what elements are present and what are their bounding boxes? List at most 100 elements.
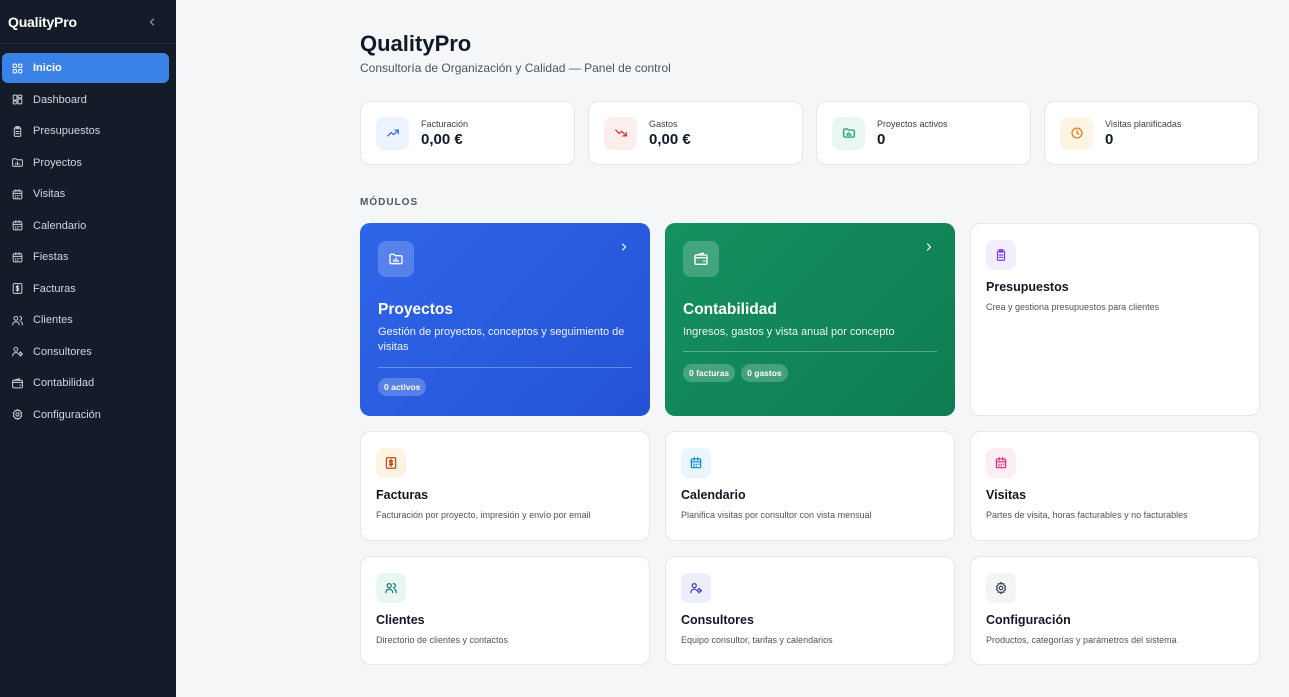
stat-icon-box [376,116,409,150]
stat-text: Gastos 0,00 € [649,119,691,148]
module-badges: 0 activos [378,378,427,396]
sidebar-item-label: Proyectos [33,156,82,169]
stat-value: 0 [877,130,886,148]
page-title: QualityPro [360,31,472,56]
module-description: Equipo consultor, tarifas y calendarios [681,635,833,645]
module-card-contabilidad[interactable]: Contabilidad Ingresos, gastos y vista anu… [665,223,955,416]
sidebar-item-proyectos[interactable]: Proyectos [2,148,169,178]
module-card-consultores[interactable]: Consultores Equipo consultor, tarifas y c… [665,556,955,665]
stat-icon-box [832,116,865,150]
gear-icon [995,581,1007,595]
brand-name: QualityPro [8,13,77,30]
module-description: Ingresos, gastos y vista anual por conce… [683,326,895,338]
sidebar-item-consultores[interactable]: Consultores [2,337,169,367]
sidebar-item-label: Visitas [33,188,66,200]
user-cog-icon [12,346,24,357]
sidebar-header: QualityPro [0,0,176,44]
module-icon-box [683,241,719,277]
modules-section-title: MÓDULOS [360,197,419,208]
sidebar-item-clientes[interactable]: Clientes [2,305,169,335]
stat-value: 0 [1105,130,1114,148]
sidebar-item-label: Configuración [33,408,101,421]
folder-icon [389,253,403,265]
sidebar-item-label: Calendario [33,219,87,232]
module-title: Consultores [681,613,754,627]
module-icon-box [986,573,1016,603]
stat-text: Proyectos activos 0 [877,119,948,148]
sidebar-item-fiestas[interactable]: Fiestas [2,242,169,272]
sidebar-item-facturas[interactable]: Facturas [2,274,169,304]
sidebar-item-configuracion[interactable]: Configuración [2,400,169,430]
user-cog-icon [690,583,703,594]
sidebar-item-label: Consultores [33,345,92,358]
sidebar-item-label: Inicio [33,62,62,74]
chevron-right-icon [926,243,932,251]
clock-icon [1070,127,1083,139]
module-card-configuracion[interactable]: Configuración Productos, categorías y par… [970,556,1260,665]
module-badge: 0 gastos [741,364,788,382]
chevron-right-icon [621,243,627,251]
stat-label: Facturación [421,118,469,129]
module-card-visitas[interactable]: Visitas Partes de visita, horas facturabl… [970,431,1260,541]
sidebar-item-dashboard[interactable]: Dashboard [2,85,169,115]
module-title: Configuración [986,613,1071,627]
stats-row: Facturación 0,00 € Gastos 0,00 € Proyectos a… [360,101,1260,165]
sidebar-nav: Inicio Dashboard Presupuestos Proyectos Visi… [0,44,176,430]
sidebar-item-label: Fiestas [33,251,69,263]
module-card-presupuestos[interactable]: Presupuestos Crea y gestiona presupuestos… [970,223,1260,416]
grid-icon [12,63,23,73]
sidebar-item-label: Dashboard [33,93,87,106]
sidebar-item-label: Contabilidad [33,377,95,389]
wallet-icon [694,252,708,265]
module-icon-box [376,573,406,603]
module-icon-box [986,448,1016,478]
module-card-clientes[interactable]: Clientes Directorio de clientes y contact… [360,556,650,665]
module-badge: 0 activos [378,378,427,396]
module-card-calendario[interactable]: Calendario Planifica visitas por consulto… [665,431,955,541]
clipboard-icon [13,125,22,137]
sidebar-item-calendario[interactable]: Calendario [2,211,169,241]
chevron-left-icon [149,17,155,26]
module-badges: 0 facturas 0 gastos [683,364,788,382]
stat-label: Gastos [649,118,678,129]
module-card-proyectos[interactable]: Proyectos Gestión de proyectos, conceptos… [360,223,650,416]
sidebar-item-contabilidad[interactable]: Contabilidad [2,368,169,398]
stat-card-gastos: Gastos 0,00 € [588,101,803,165]
stat-label: Proyectos activos [877,118,948,129]
module-title: Facturas [376,488,429,502]
trend-up-icon [386,129,399,137]
module-description: Crea y gestiona presupuestos para client… [986,302,1160,312]
stat-text: Visitas planificadas 0 [1105,119,1181,148]
stat-value: 0,00 € [649,130,691,148]
module-icon-box [378,241,414,277]
stat-icon-box [604,116,637,150]
module-icon-box [376,448,406,478]
sidebar-item-presupuestos[interactable]: Presupuestos [2,116,169,146]
sidebar-item-label: Presupuestos [33,125,101,137]
calendar-icon [690,457,702,469]
module-card-facturas[interactable]: Facturas Facturación por proyecto, impres… [360,431,650,541]
clipboard-icon [996,249,1006,261]
folder-icon [842,128,855,138]
gear-icon [12,408,23,421]
module-description: Facturación por proyecto, impresión y en… [376,510,591,520]
calendar-icon [12,220,23,231]
stat-label: Visitas planificadas [1105,118,1182,129]
wallet-icon [12,377,23,388]
sidebar: QualityPro Inicio Dashboard Presupuestos Pr… [0,0,176,697]
module-title: Visitas [986,488,1027,502]
collapse-sidebar-button[interactable] [144,14,160,30]
stat-value: 0,00 € [421,130,463,148]
sidebar-item-visitas[interactable]: Visitas [2,179,169,209]
stat-card-proyectos-activos: Proyectos activos 0 [816,101,1031,165]
dashboard-icon [12,94,23,105]
users-icon [12,315,23,325]
module-title: Presupuestos [986,280,1069,294]
dollar-icon [385,457,397,469]
module-icon-box [681,573,711,603]
sidebar-item-inicio[interactable]: Inicio [2,53,169,83]
module-description: Directorio de clientes y contactos [376,635,509,645]
module-badge: 0 facturas [683,364,736,382]
module-divider [378,367,632,368]
folder-icon [12,158,23,167]
